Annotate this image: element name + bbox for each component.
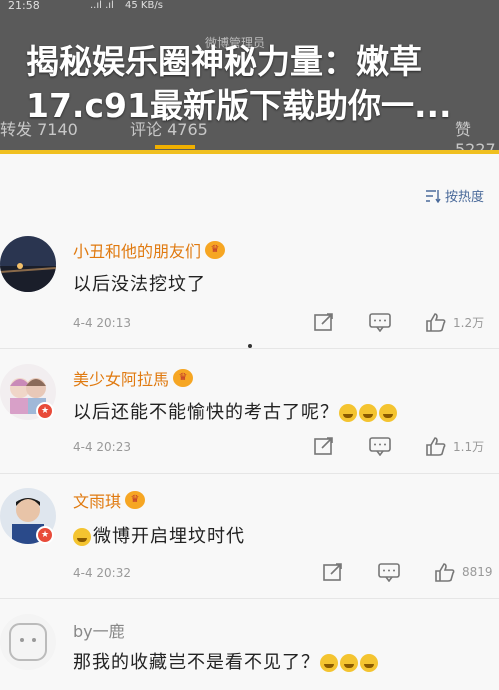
comment-icon[interactable] xyxy=(369,436,391,456)
sad-emoji-icon xyxy=(379,404,397,422)
username[interactable]: 美少女阿拉馬 ♛ xyxy=(73,366,194,390)
status-time: 21:58 xyxy=(8,0,40,12)
comment-actions: 1.1万 xyxy=(313,436,484,456)
laugh-emoji-icon xyxy=(320,654,338,672)
comment-date: 4-4 20:13 xyxy=(73,316,131,330)
username[interactable]: by一鹿 xyxy=(73,618,125,642)
like-count: 8819 xyxy=(462,565,493,579)
like-count: 1.1万 xyxy=(453,439,485,454)
verified-badge-icon: ★ xyxy=(36,402,54,420)
like-icon[interactable] xyxy=(425,312,447,332)
share-icon[interactable] xyxy=(313,436,335,456)
divider xyxy=(0,473,499,474)
username-text: 美少女阿拉馬 xyxy=(73,370,170,389)
comment-text: 以后还能不能愉快的考古了呢？ xyxy=(73,398,399,424)
comment-text-body: 微博开启埋坟时代 xyxy=(93,526,245,547)
sort-button[interactable]: 按热度 xyxy=(425,186,484,205)
like-icon[interactable] xyxy=(434,562,456,582)
like-icon[interactable] xyxy=(425,436,447,456)
share-icon[interactable] xyxy=(322,562,344,582)
laugh-emoji-icon xyxy=(340,654,358,672)
comment-actions: 8819 xyxy=(322,562,493,582)
comment-text-body: 那我的收藏岂不是看不见了？ xyxy=(73,652,320,673)
divider xyxy=(0,598,499,599)
header-overlay: 21:58 ..ıl .ıl 45 KB/s 微博管理员 转发 7140 评论 … xyxy=(0,0,499,159)
fan-badge-icon: ♛ xyxy=(205,241,226,259)
fan-badge-icon: ♛ xyxy=(125,491,146,509)
comment-icon[interactable] xyxy=(378,562,400,582)
comment-date: 4-4 20:32 xyxy=(73,566,131,580)
comment-date: 4-4 20:23 xyxy=(73,440,131,454)
laugh-emoji-icon xyxy=(360,654,378,672)
headline: 揭秘娱乐圈神秘力量：嫩草 17.c91最新版下载助你一... xyxy=(0,40,499,128)
comment-actions: 1.2万 xyxy=(313,312,484,332)
laugh-emoji-icon xyxy=(73,528,91,546)
username[interactable]: 小丑和他的朋友们 ♛ xyxy=(73,238,226,262)
comment-text: 微博开启埋坟时代 xyxy=(73,522,245,548)
sad-emoji-icon xyxy=(359,404,377,422)
username-text: 小丑和他的朋友们 xyxy=(73,242,202,261)
share-icon[interactable] xyxy=(313,312,335,332)
sad-emoji-icon xyxy=(339,404,357,422)
signal-icon: ..ıl .ıl xyxy=(90,0,114,11)
avatar[interactable] xyxy=(0,236,56,292)
sort-icon xyxy=(426,189,441,203)
comment-text-body: 以后还能不能愉快的考古了呢？ xyxy=(73,402,339,423)
username[interactable]: 文雨琪 ♛ xyxy=(73,488,146,512)
avatar-image xyxy=(0,236,56,292)
divider xyxy=(0,348,499,349)
comment-text: 以后没法挖坟了 xyxy=(73,274,206,295)
headline-line1: 揭秘娱乐圈神秘力量：嫩草 xyxy=(26,42,422,81)
username-text: 文雨琪 xyxy=(73,492,122,511)
verified-badge-icon: ★ xyxy=(36,526,54,544)
sort-label: 按热度 xyxy=(445,190,485,205)
comment-text: 那我的收藏岂不是看不见了？ xyxy=(73,648,380,674)
avatar-image xyxy=(0,614,56,670)
status-bar: 21:58 ..ıl .ıl 45 KB/s xyxy=(0,0,499,14)
comment-icon[interactable] xyxy=(369,312,391,332)
like-count: 1.2万 xyxy=(453,315,485,330)
network-speed: 45 KB/s xyxy=(125,0,163,11)
fan-badge-icon: ♛ xyxy=(173,369,194,387)
username-text: by一鹿 xyxy=(73,622,125,641)
headline-line2: 17.c91最新版下载助你一... xyxy=(26,86,452,125)
tab-indicator xyxy=(155,145,195,149)
avatar[interactable] xyxy=(0,614,56,670)
separator-dot xyxy=(248,344,252,348)
